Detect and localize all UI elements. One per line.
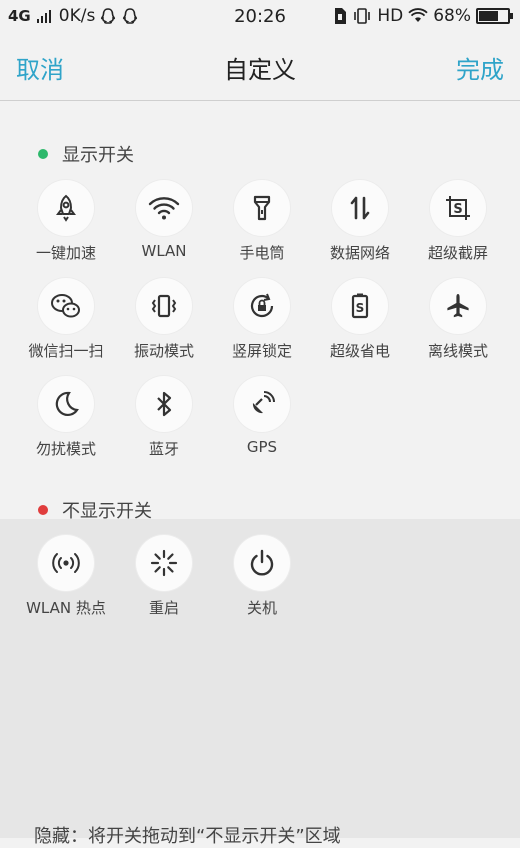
title-bar: 取消 自定义 完成 <box>0 34 520 101</box>
toggle-do-not-disturb[interactable]: 勿扰模式 <box>17 376 115 459</box>
toggle-wlan[interactable]: WLAN <box>115 180 213 260</box>
airplane-icon <box>447 294 469 318</box>
vibrate-icon <box>354 8 371 24</box>
screenshot-icon: S <box>446 196 470 220</box>
toggle-label: 蓝牙 <box>148 440 179 458</box>
wechat-scan-icon <box>51 294 80 318</box>
drag-hint-text: 隐藏：将开关拖动到“不显示开关”区域 <box>34 826 341 847</box>
power-saving-icon: S <box>351 293 369 319</box>
flashlight-icon <box>253 195 271 221</box>
toggle-label: 竖屏锁定 <box>231 342 292 360</box>
toggle-label: 振动模式 <box>133 342 194 360</box>
rocket-icon <box>56 194 76 222</box>
shown-section-label: 显示开关 <box>62 145 134 166</box>
toggle-screenshot[interactable]: S 超级截屏 <box>409 180 507 263</box>
toggle-power-off[interactable]: 关机 <box>213 535 311 618</box>
toggle-label: 超级省电 <box>329 342 390 360</box>
moon-icon <box>55 391 79 417</box>
battery-icon <box>476 8 513 24</box>
data-network-icon <box>350 196 370 220</box>
toggle-airplane-mode[interactable]: 离线模式 <box>409 278 507 361</box>
toggle-label: 离线模式 <box>427 342 488 360</box>
svg-text:S: S <box>356 301 365 315</box>
status-bar: 4G 0K/s 20:26 HD 68% <box>0 0 520 34</box>
hidden-toggles-area[interactable]: WLAN 热点 重启 关机 <box>0 519 520 838</box>
gps-icon <box>252 391 275 414</box>
hd-badge: HD <box>377 6 404 26</box>
toggle-label: 微信扫一扫 <box>28 342 104 360</box>
hotspot-icon <box>52 553 80 573</box>
bluetooth-icon <box>157 391 172 417</box>
toggle-restart[interactable]: 重启 <box>115 535 213 618</box>
restart-icon <box>150 549 178 577</box>
toggle-label: 一键加速 <box>35 244 96 262</box>
sim-icon <box>335 8 347 24</box>
toggle-label: 关机 <box>246 599 277 617</box>
toggle-power-saving[interactable]: S 超级省电 <box>311 278 409 361</box>
power-icon <box>250 549 274 576</box>
battery-percent: 68% <box>433 6 471 26</box>
toggle-flashlight[interactable]: 手电筒 <box>213 180 311 263</box>
shown-section-header: 显示开关 <box>38 141 134 167</box>
hidden-dot-icon <box>38 505 48 515</box>
toggle-gps[interactable]: GPS <box>213 376 311 456</box>
rotation-lock-icon <box>250 293 274 318</box>
toggle-rotation-lock[interactable]: 竖屏锁定 <box>213 278 311 361</box>
toggle-bluetooth[interactable]: 蓝牙 <box>115 376 213 459</box>
vibrate-icon <box>151 294 177 318</box>
toggle-data-network[interactable]: 数据网络 <box>311 180 409 263</box>
shown-dot-icon <box>38 149 48 159</box>
toggle-label: WLAN <box>141 242 187 260</box>
toggle-wlan-hotspot[interactable]: WLAN 热点 <box>17 535 115 618</box>
toggle-label: WLAN 热点 <box>26 599 106 617</box>
toggle-label: 超级截屏 <box>427 244 488 262</box>
toggle-label: 勿扰模式 <box>35 440 96 458</box>
toggle-vibrate[interactable]: 振动模式 <box>115 278 213 361</box>
svg-text:S: S <box>453 202 462 217</box>
toggle-label: 重启 <box>148 599 179 617</box>
wifi-icon <box>148 197 180 220</box>
toggle-label: 手电筒 <box>239 244 285 262</box>
page-title: 自定义 <box>224 56 296 84</box>
done-button[interactable]: 完成 <box>456 50 504 85</box>
toggle-label: GPS <box>246 438 278 456</box>
wifi-icon <box>408 8 428 22</box>
toggle-speed-boost[interactable]: 一键加速 <box>17 180 115 263</box>
toggle-label: 数据网络 <box>329 244 390 262</box>
toggle-wechat-scan[interactable]: 微信扫一扫 <box>17 278 115 361</box>
status-right: HD 68% <box>333 6 513 26</box>
